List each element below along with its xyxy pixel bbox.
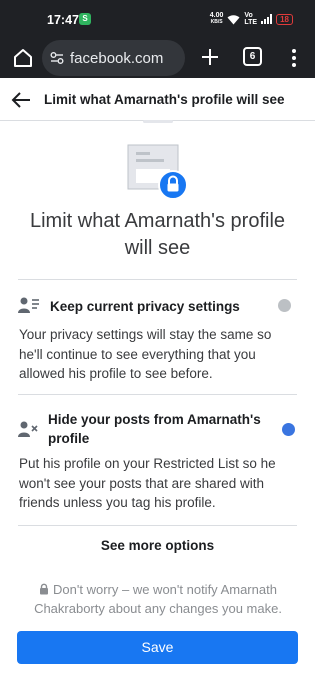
- url-text[interactable]: facebook.com: [70, 50, 163, 67]
- tab-switcher-button[interactable]: 6: [243, 47, 262, 66]
- header-title: Limit what Amarnath's profile will see: [44, 92, 285, 107]
- wifi-icon: [227, 14, 240, 24]
- scroll-indicator: [143, 120, 173, 123]
- divider: [18, 394, 297, 395]
- status-bar: 17:47 S 4.00 KB/S Vo LTE 18: [0, 0, 315, 38]
- save-button[interactable]: Save: [17, 631, 298, 664]
- plus-icon[interactable]: [198, 45, 222, 69]
- more-vert-icon[interactable]: [283, 47, 305, 69]
- main-title: Limit what Amarnath's profile will see: [29, 210, 286, 259]
- address-bar[interactable]: facebook.com: [42, 40, 185, 76]
- battery-icon: 18: [276, 13, 293, 25]
- app-notification-icon: S: [79, 13, 91, 25]
- notice-text: Don't worry – we won't notify Amarnath C…: [18, 580, 298, 618]
- volte-indicator: Vo LTE: [244, 12, 258, 26]
- signal-icon: [261, 14, 273, 24]
- page-header: Limit what Amarnath's profile will see: [0, 78, 315, 121]
- network-speed: 4.00 KB/S: [209, 12, 224, 25]
- option-2-title: Hide your posts from Amarnath's profile: [48, 412, 261, 446]
- profile-lock-illustration: [127, 144, 188, 200]
- lock-icon: [40, 583, 49, 595]
- home-icon[interactable]: [12, 47, 34, 69]
- person-list-icon: [18, 297, 39, 313]
- status-indicators: 4.00 KB/S Vo LTE 18: [210, 12, 293, 26]
- status-time: 17:47: [47, 13, 79, 27]
- browser-toolbar: facebook.com 6: [0, 38, 315, 78]
- person-x-icon: [18, 421, 38, 437]
- see-more-options-link[interactable]: See more options: [0, 538, 315, 553]
- option-2-radio[interactable]: [282, 423, 295, 436]
- notice-message: Don't worry – we won't notify Amarnath C…: [34, 582, 282, 616]
- option-1-description: Your privacy settings will stay the same…: [19, 327, 272, 381]
- option-2-description: Put his profile on your Restricted List …: [19, 456, 276, 510]
- divider: [18, 525, 297, 526]
- divider: [18, 279, 297, 280]
- option-1-radio[interactable]: [278, 299, 291, 312]
- arrow-left-icon[interactable]: [10, 90, 32, 110]
- tune-icon[interactable]: [50, 51, 64, 65]
- option-1-title: Keep current privacy settings: [50, 299, 240, 314]
